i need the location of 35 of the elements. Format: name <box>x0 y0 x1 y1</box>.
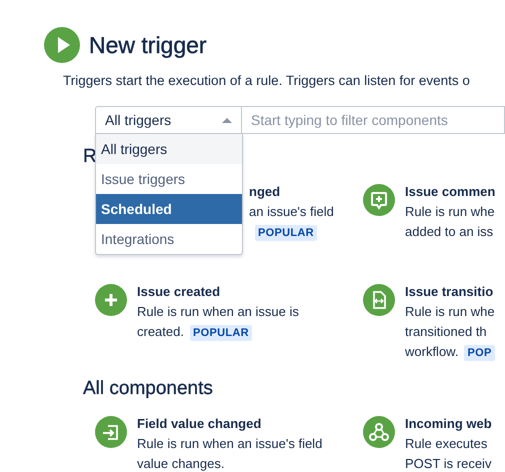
page-description: Triggers start the execution of a rule. Triggers can listen for events o <box>63 73 471 88</box>
section-heading: R <box>83 146 97 168</box>
component-title[interactable]: Incoming web <box>405 414 492 434</box>
component-title[interactable]: Issue transitio <box>405 282 495 302</box>
description-line: Rule executes <box>405 436 488 451</box>
section-heading: All components <box>83 378 213 400</box>
plus-icon <box>95 284 127 316</box>
description-line: created. <box>137 324 184 339</box>
component-title[interactable]: Issue commen <box>405 182 496 202</box>
description-line: added to an iss <box>405 224 494 239</box>
popular-badge: POP <box>464 345 495 361</box>
document-icon <box>363 284 395 316</box>
filter-field[interactable]: Start typing to filter components <box>242 106 505 134</box>
component-title[interactable]: nged <box>249 182 361 202</box>
description-line: Rule is run when an issue's field <box>137 436 322 451</box>
description-line: an issue's field <box>249 204 334 219</box>
webhook-icon <box>363 416 395 448</box>
dropdown-option[interactable]: Integrations <box>96 224 242 254</box>
description-line: Rule is run whe <box>405 304 495 319</box>
component-title[interactable]: Field value changed <box>137 414 322 434</box>
description-line: value changes. <box>137 456 224 471</box>
comment-plus-icon <box>363 184 395 216</box>
dropdown-option[interactable]: Issue triggers <box>96 164 242 194</box>
description-line: transitioned th <box>405 324 487 339</box>
play-icon <box>44 27 80 63</box>
page-title: New trigger <box>89 32 207 58</box>
description-line: workflow. <box>405 344 458 359</box>
component-title[interactable]: Issue created <box>137 282 299 302</box>
dropdown-option[interactable]: All triggers <box>96 134 242 164</box>
description-line: Rule is run when an issue is <box>137 304 299 319</box>
description-line: POST is receiv <box>405 456 492 471</box>
description-line: Rule is run whe <box>405 204 495 219</box>
popular-badge: POPULAR <box>190 325 252 341</box>
dropdown-option[interactable]: Scheduled <box>96 194 242 224</box>
popular-badge: POPULAR <box>255 225 317 241</box>
